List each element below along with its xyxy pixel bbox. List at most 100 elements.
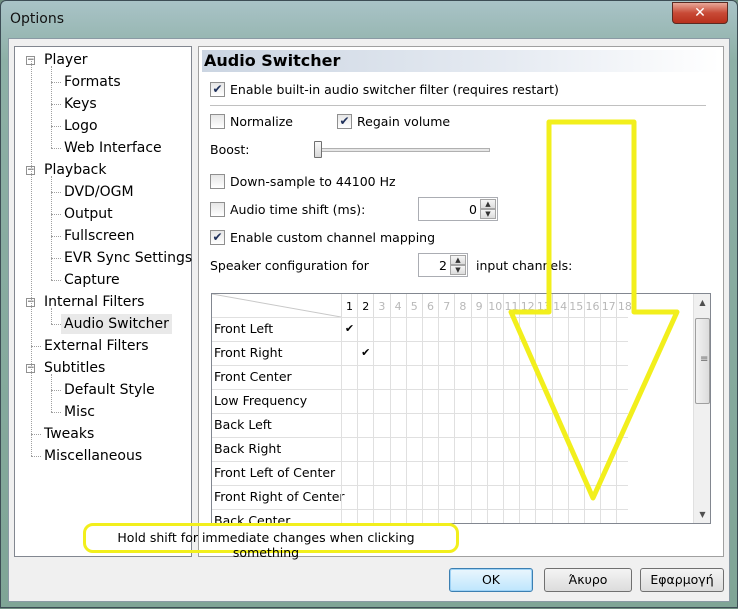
mapping-cell[interactable] (357, 486, 373, 510)
tree-item[interactable]: DVD/OGM (64, 182, 134, 202)
mapping-cell[interactable] (341, 438, 357, 462)
cancel-button[interactable]: Άκυρο (544, 568, 632, 592)
tree-item[interactable]: External Filters (44, 336, 149, 356)
mapping-cell (535, 462, 551, 486)
channel-label: Front Left (214, 321, 274, 336)
grip-icon: ≡ (700, 354, 709, 365)
mapping-cell[interactable] (341, 486, 357, 510)
regain-volume-checkbox[interactable]: ✔ (337, 114, 352, 129)
title-bar[interactable]: Options ✕ (1, 1, 737, 37)
tree-item[interactable]: Capture (64, 270, 120, 290)
time-shift-checkbox[interactable] (210, 202, 225, 217)
mapping-cell[interactable]: ✔ (357, 342, 373, 366)
mapping-cell[interactable] (357, 414, 373, 438)
tree-item[interactable]: Playback (44, 160, 106, 180)
mapping-cell (438, 318, 454, 342)
mapping-cell[interactable] (357, 390, 373, 414)
tree-item[interactable]: Audio Switcher (61, 314, 172, 334)
column-header: 6 (422, 294, 438, 317)
spin-down-button[interactable]: ▼ (480, 209, 496, 219)
spin-down-button[interactable]: ▼ (450, 265, 466, 275)
mapping-cell (519, 462, 535, 486)
tree-connector (51, 148, 61, 149)
mapping-cell[interactable] (341, 414, 357, 438)
mapping-cell (486, 366, 503, 390)
tree-item[interactable]: Logo (64, 116, 98, 136)
scroll-up-button[interactable]: ▲ (694, 294, 710, 311)
table-row: Front Right ✔ (212, 341, 628, 366)
channels-stepper[interactable]: 2 ▲ ▼ (418, 253, 468, 277)
tree-item[interactable]: Tweaks (44, 424, 94, 444)
mapping-cell (584, 366, 600, 390)
mapping-cell (422, 390, 438, 414)
mapping-cell (470, 438, 487, 462)
mapping-cell (551, 342, 568, 366)
mapping-cell (584, 438, 600, 462)
time-shift-value[interactable]: 0 (469, 202, 477, 217)
mapping-cell (438, 414, 454, 438)
spin-up-button[interactable]: ▲ (450, 255, 466, 265)
mapping-cell[interactable] (341, 366, 357, 390)
tree-item[interactable]: EVR Sync Settings (64, 248, 192, 268)
mapping-cell (422, 510, 438, 523)
channel-label: Front Right (214, 345, 283, 360)
tree-item[interactable]: Output (64, 204, 113, 224)
tree-item[interactable]: Fullscreen (64, 226, 134, 246)
tree-item[interactable]: Keys (64, 94, 97, 114)
mapping-cell[interactable] (341, 342, 357, 366)
tree-item[interactable]: Miscellaneous (44, 446, 142, 466)
tree-item[interactable]: Misc (64, 402, 95, 422)
mapping-cell (519, 342, 535, 366)
mapping-cell[interactable] (341, 390, 357, 414)
tree-item[interactable]: Default Style (64, 380, 155, 400)
mapping-cell[interactable]: ✔ (341, 318, 357, 342)
mapping-cell (438, 366, 454, 390)
boost-slider-track[interactable] (314, 148, 490, 152)
channel-label: Back Right (214, 441, 282, 456)
input-channels-label: input channels: (476, 258, 573, 273)
mapping-cell (389, 462, 406, 486)
mapping-cell[interactable] (357, 318, 373, 342)
tree-item[interactable]: Subtitles (44, 358, 105, 378)
mapping-cell[interactable] (341, 510, 357, 523)
close-button[interactable]: ✕ (672, 2, 728, 24)
tree-item[interactable]: Web Interface (64, 138, 162, 158)
spin-up-button[interactable]: ▲ (480, 199, 496, 209)
channel-mapping-grid[interactable]: ▲ ≡ ▼ 1 2 3 4 5 6 7 8 9 10 11 12 13 14 15 16 17 18 Front L… (211, 293, 711, 524)
mapping-cell (616, 462, 632, 486)
mapping-cell (584, 462, 600, 486)
column-header: 10 (486, 294, 503, 317)
normalize-checkbox[interactable] (210, 114, 225, 129)
mapping-cell (616, 510, 632, 523)
mapping-cell[interactable] (357, 462, 373, 486)
options-tree[interactable]: Player − Formats Keys Logo Web Interface Playb… (14, 46, 192, 557)
mapping-cell (567, 318, 584, 342)
custom-mapping-checkbox[interactable]: ✔ (210, 230, 225, 245)
tree-item[interactable]: Formats (64, 72, 121, 92)
mapping-cell (373, 510, 389, 523)
ok-button[interactable]: OK (449, 568, 533, 592)
mapping-cell (616, 390, 632, 414)
tree-item[interactable]: Internal Filters (44, 292, 144, 312)
apply-button[interactable]: Εφαρμογή (640, 568, 724, 592)
scroll-thumb[interactable]: ≡ (695, 318, 710, 404)
mapping-cell (584, 510, 600, 523)
mapping-cell (486, 342, 503, 366)
grid-vertical-scrollbar[interactable]: ▲ ≡ ▼ (693, 294, 710, 523)
scroll-down-icon: ▼ (699, 510, 706, 519)
enable-filter-checkbox[interactable]: ✔ (210, 82, 225, 97)
mapping-cell (551, 462, 568, 486)
table-row: Back Center (212, 509, 628, 523)
mapping-cell (486, 390, 503, 414)
channels-value[interactable]: 2 (439, 258, 447, 273)
downsample-checkbox[interactable] (210, 174, 225, 189)
mapping-cell[interactable] (341, 462, 357, 486)
mapping-cell (454, 438, 470, 462)
boost-slider-thumb[interactable] (314, 141, 322, 158)
channel-label: Back Left (214, 417, 272, 432)
scroll-down-button[interactable]: ▼ (694, 506, 710, 523)
time-shift-stepper[interactable]: 0 ▲ ▼ (418, 197, 498, 221)
mapping-cell[interactable] (357, 438, 373, 462)
mapping-cell[interactable] (357, 366, 373, 390)
mapping-cell[interactable] (357, 510, 373, 523)
